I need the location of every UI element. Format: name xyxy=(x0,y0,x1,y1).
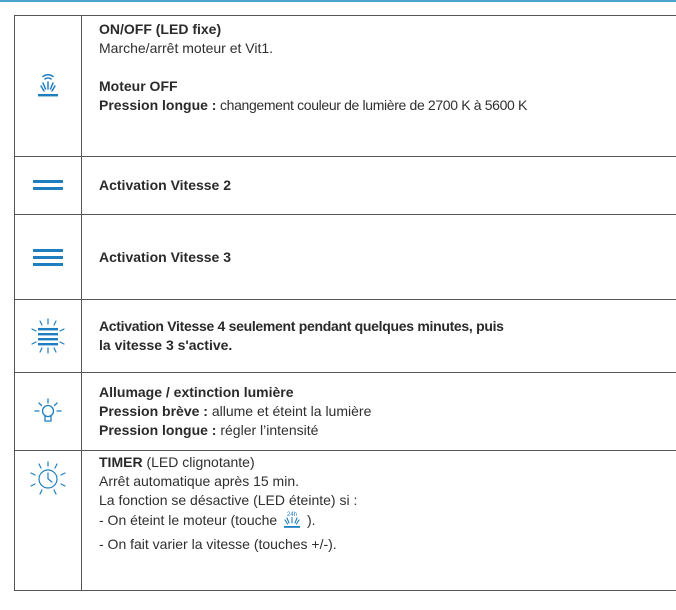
long-press-label: Pression longue : xyxy=(99,422,217,438)
long-press-text: régler l’intensité xyxy=(216,422,319,438)
speed4-description: Activation Vitesse 4 seulement pendant q… xyxy=(81,299,676,373)
icon-cell xyxy=(14,156,82,215)
timer-title-bold: TIMER xyxy=(99,454,143,470)
legend-row-speed4: Activation Vitesse 4 seulement pendant q… xyxy=(14,299,676,373)
timer-line1: Arrêt automatique après 15 min. xyxy=(99,473,299,489)
short-press-text: allume et éteint la lumière xyxy=(207,403,372,419)
three-bars-icon xyxy=(33,248,63,266)
timer-clock-icon xyxy=(30,461,66,495)
timer-title-rest: (LED clignotante) xyxy=(142,454,255,470)
two-bars-icon xyxy=(33,180,63,191)
legend-row-timer: TIMER (LED clignotante) Arrêt automatiqu… xyxy=(14,450,676,591)
speed3-text: Activation Vitesse 3 xyxy=(81,214,676,300)
legend-row-light: Allumage / extinction lumière Pression b… xyxy=(14,372,676,451)
legend-row-speed3: Activation Vitesse 3 xyxy=(14,214,676,300)
long-press-label: Pression longue : xyxy=(99,97,217,113)
icon-cell xyxy=(14,299,82,373)
icon-cell xyxy=(14,372,82,451)
icon-cell xyxy=(14,214,82,300)
legend-row-power: ON/OFF (LED fixe) Marche/arrêt moteur et… xyxy=(14,15,676,157)
timer-line2: La fonction se désactive (LED éteinte) s… xyxy=(99,492,358,508)
icon-cell xyxy=(14,450,82,591)
top-rule xyxy=(0,0,676,2)
speed4-line2: la vitesse 3 s'active. xyxy=(99,337,233,353)
light-bulb-icon xyxy=(34,397,62,422)
speed4-line1: Activation Vitesse 4 seulement pendant q… xyxy=(99,318,504,334)
light-long-press: Pression longue : régler l’intensité xyxy=(99,421,676,440)
button-legend-table: ON/OFF (LED fixe) Marche/arrêt moteur et… xyxy=(14,15,676,591)
speed2-text: Activation Vitesse 2 xyxy=(81,156,676,215)
power-long-press: Pression longue : changement couleur de … xyxy=(99,96,676,115)
power-line1: Marche/arrêt moteur et Vit1. xyxy=(99,40,274,56)
motor-off-heading: Moteur OFF xyxy=(99,78,178,94)
timer-line4: - On fait varier la vitesse (touches +/-… xyxy=(99,536,337,552)
timer-line3-end: ). xyxy=(303,512,316,528)
timer-description: TIMER (LED clignotante) Arrêt automatiqu… xyxy=(81,450,676,591)
short-press-label: Pression brève : xyxy=(99,403,208,419)
light-title: Allumage / extinction lumière xyxy=(99,384,294,400)
icon-cell xyxy=(14,15,82,157)
timer-line3: - On éteint le moteur (touche 24h ). xyxy=(99,510,676,535)
light-short-press: Pression brève : allume et éteint la lum… xyxy=(99,402,676,421)
power-title: ON/OFF (LED fixe) xyxy=(99,21,222,37)
four-bars-rays-icon xyxy=(31,318,65,354)
long-press-text: changement couleur de lumière de 2700 K … xyxy=(216,97,527,113)
fan-power-icon xyxy=(38,74,58,97)
timer-title: TIMER (LED clignotante) xyxy=(99,453,676,472)
light-description: Allumage / extinction lumière Pression b… xyxy=(81,372,676,451)
legend-row-speed2: Activation Vitesse 2 xyxy=(14,156,676,215)
timer-line3-text: - On éteint le moteur (touche xyxy=(99,512,282,528)
power-description: ON/OFF (LED fixe) Marche/arrêt moteur et… xyxy=(81,15,676,157)
fan-24h-icon: 24h xyxy=(283,510,301,535)
